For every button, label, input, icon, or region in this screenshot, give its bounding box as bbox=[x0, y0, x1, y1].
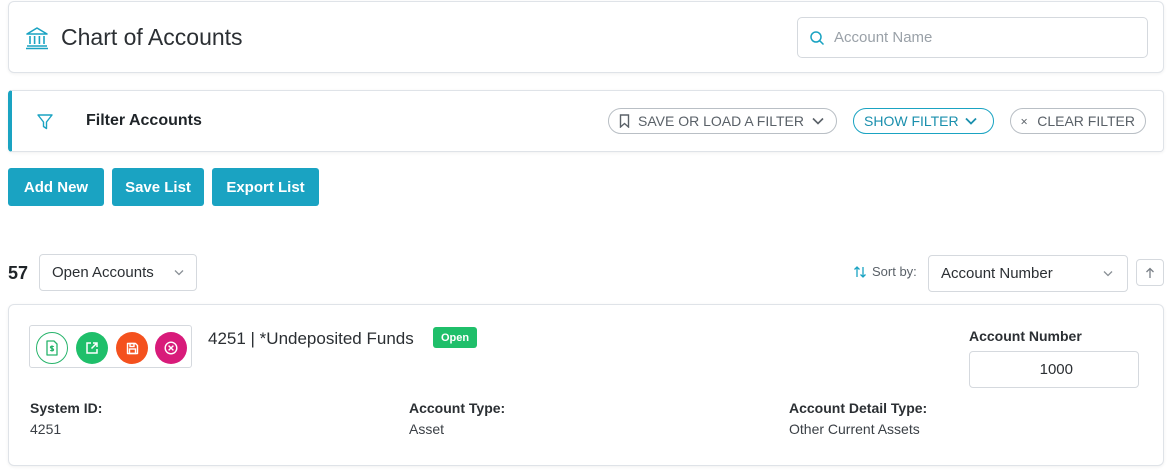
sort-by-label: Sort by: bbox=[853, 264, 917, 279]
account-type-value: Asset bbox=[409, 421, 445, 437]
account-detail-type-label: Account Detail Type: bbox=[789, 400, 928, 416]
page-title: Chart of Accounts bbox=[61, 24, 243, 50]
funnel-icon[interactable] bbox=[36, 113, 54, 131]
filter-bar: Filter Accounts SAVE OR LOAD A FILTER SH… bbox=[8, 90, 1164, 152]
system-id-label: System ID: bbox=[30, 400, 103, 416]
filter-title: Filter Accounts bbox=[86, 112, 202, 129]
close-account-button[interactable] bbox=[155, 332, 187, 364]
clear-filter-button[interactable]: CLEAR FILTER bbox=[1010, 108, 1146, 134]
chevron-down-icon bbox=[174, 270, 184, 276]
sort-select-value: Account Number bbox=[941, 265, 1053, 282]
clear-filter-label: CLEAR FILTER bbox=[1037, 113, 1135, 129]
cancel-circle-icon bbox=[164, 341, 178, 355]
search-box[interactable] bbox=[797, 17, 1148, 58]
open-account-button[interactable] bbox=[76, 332, 108, 364]
record-count: 57 bbox=[8, 263, 29, 283]
account-card: 4251 | *Undeposited Funds Open Account N… bbox=[8, 304, 1164, 466]
external-link-icon bbox=[86, 342, 98, 354]
show-filter-label: SHOW FILTER bbox=[864, 113, 959, 129]
arrow-up-icon bbox=[1146, 267, 1154, 278]
view-select-value: Open Accounts bbox=[52, 264, 154, 281]
view-select[interactable]: Open Accounts bbox=[39, 254, 197, 291]
chevron-down-icon bbox=[1103, 271, 1113, 277]
account-detail-type-value: Other Current Assets bbox=[789, 421, 920, 437]
account-number-label: Account Number bbox=[969, 328, 1082, 344]
account-type-label: Account Type: bbox=[409, 400, 506, 416]
add-new-button[interactable]: Add New bbox=[8, 168, 104, 206]
account-actions bbox=[29, 325, 192, 368]
floppy-disk-icon bbox=[126, 342, 138, 354]
search-icon bbox=[810, 31, 825, 46]
save-load-filter-button[interactable]: SAVE OR LOAD A FILTER bbox=[608, 108, 837, 134]
sort-select[interactable]: Account Number bbox=[928, 255, 1128, 292]
status-badge: Open bbox=[433, 327, 478, 348]
save-load-filter-label: SAVE OR LOAD A FILTER bbox=[638, 113, 804, 129]
view-statement-button[interactable] bbox=[36, 332, 68, 364]
bookmark-icon bbox=[619, 114, 630, 128]
save-list-button[interactable]: Save List bbox=[112, 168, 204, 206]
bank-icon bbox=[26, 27, 48, 50]
system-id-value: 4251 bbox=[30, 421, 62, 437]
save-account-button[interactable] bbox=[116, 332, 148, 364]
close-icon bbox=[1021, 118, 1027, 124]
sort-direction-button[interactable] bbox=[1136, 259, 1164, 286]
sort-icon bbox=[854, 265, 866, 278]
search-input[interactable] bbox=[834, 18, 1134, 57]
page-header: Chart of Accounts bbox=[8, 1, 1164, 73]
sort-by-text: Sort by: bbox=[872, 264, 917, 279]
chevron-down-icon bbox=[812, 117, 824, 125]
account-title[interactable]: 4251 | *Undeposited Funds bbox=[208, 329, 414, 349]
export-list-button[interactable]: Export List bbox=[212, 168, 319, 206]
chevron-down-icon bbox=[965, 117, 977, 125]
document-dollar-icon bbox=[46, 340, 58, 356]
account-number-field[interactable] bbox=[969, 351, 1139, 388]
show-filter-button[interactable]: SHOW FILTER bbox=[853, 108, 994, 134]
